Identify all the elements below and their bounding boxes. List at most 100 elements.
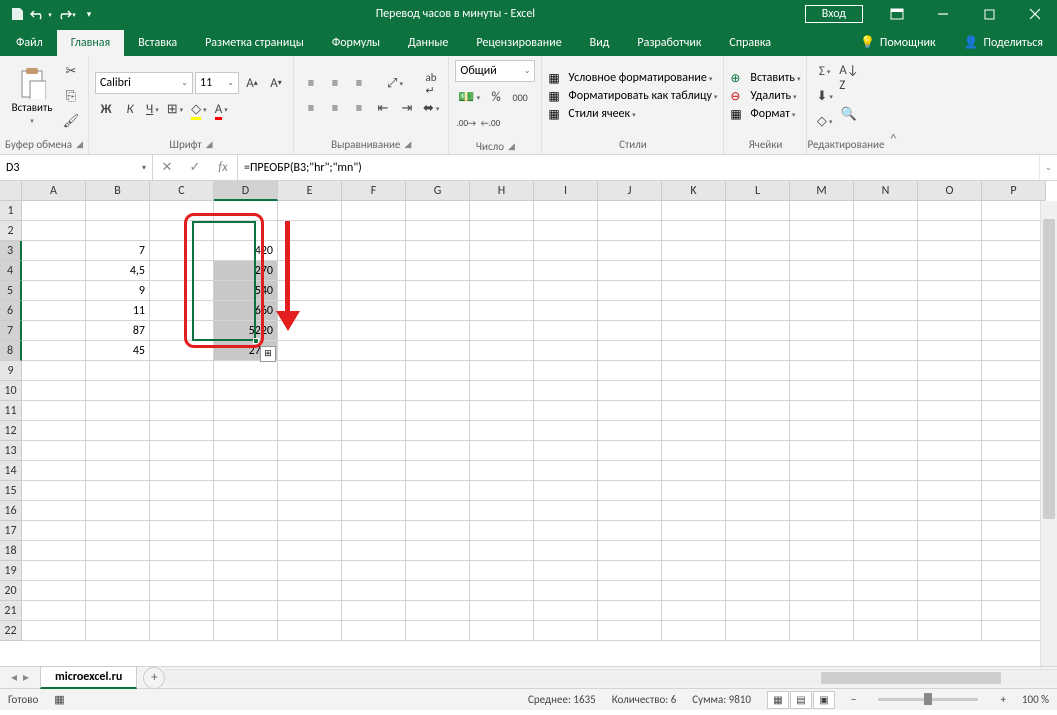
- row-header-19[interactable]: 19: [0, 561, 22, 581]
- cell-K15[interactable]: [662, 481, 726, 501]
- cell-B17[interactable]: [86, 521, 150, 541]
- cell-E9[interactable]: [278, 361, 342, 381]
- tab-data[interactable]: Данные: [394, 30, 462, 56]
- cell-L1[interactable]: [726, 201, 790, 221]
- cell-A1[interactable]: [22, 201, 86, 221]
- cell-D2[interactable]: [214, 221, 278, 241]
- cell-I12[interactable]: [534, 421, 598, 441]
- cell-K18[interactable]: [662, 541, 726, 561]
- cell-H2[interactable]: [470, 221, 534, 241]
- row-header-12[interactable]: 12: [0, 421, 22, 441]
- collapse-ribbon-icon[interactable]: ˄: [884, 56, 902, 154]
- cell-O1[interactable]: [918, 201, 982, 221]
- cell-L11[interactable]: [726, 401, 790, 421]
- cell-I16[interactable]: [534, 501, 598, 521]
- cell-F21[interactable]: [342, 601, 406, 621]
- cell-H9[interactable]: [470, 361, 534, 381]
- formula-input[interactable]: =ПРЕОБР(B3;"hr";"mn"): [238, 155, 1039, 180]
- cell-J8[interactable]: [598, 341, 662, 361]
- cell-K22[interactable]: [662, 621, 726, 641]
- cell-A18[interactable]: [22, 541, 86, 561]
- borders-icon[interactable]: ⊞▾: [164, 98, 186, 120]
- cell-G1[interactable]: [406, 201, 470, 221]
- delete-cells-button[interactable]: ⊖Удалить▾: [730, 89, 800, 104]
- cell-K21[interactable]: [662, 601, 726, 621]
- cell-L13[interactable]: [726, 441, 790, 461]
- clear-icon[interactable]: ◇▾: [813, 110, 835, 132]
- cell-A9[interactable]: [22, 361, 86, 381]
- fill-icon[interactable]: ⬇▾: [813, 85, 835, 107]
- cell-K1[interactable]: [662, 201, 726, 221]
- cell-M19[interactable]: [790, 561, 854, 581]
- view-page-layout-icon[interactable]: ▤: [790, 691, 812, 709]
- cell-P16[interactable]: [982, 501, 1046, 521]
- cell-M8[interactable]: [790, 341, 854, 361]
- cell-H8[interactable]: [470, 341, 534, 361]
- cell-P4[interactable]: [982, 261, 1046, 281]
- cell-C13[interactable]: [150, 441, 214, 461]
- cell-K13[interactable]: [662, 441, 726, 461]
- cell-O13[interactable]: [918, 441, 982, 461]
- cell-A16[interactable]: [22, 501, 86, 521]
- cell-P18[interactable]: [982, 541, 1046, 561]
- zoom-in-button[interactable]: +: [1000, 693, 1005, 706]
- cell-D11[interactable]: [214, 401, 278, 421]
- autofill-options-icon[interactable]: ⊞: [260, 346, 276, 362]
- name-box[interactable]: D3▾: [0, 155, 153, 180]
- cell-K20[interactable]: [662, 581, 726, 601]
- cell-N15[interactable]: [854, 481, 918, 501]
- cell-J19[interactable]: [598, 561, 662, 581]
- cell-L10[interactable]: [726, 381, 790, 401]
- cell-F20[interactable]: [342, 581, 406, 601]
- cell-H3[interactable]: [470, 241, 534, 261]
- cell-M5[interactable]: [790, 281, 854, 301]
- cell-I1[interactable]: [534, 201, 598, 221]
- cell-E6[interactable]: [278, 301, 342, 321]
- cell-F6[interactable]: [342, 301, 406, 321]
- cell-O15[interactable]: [918, 481, 982, 501]
- cell-I19[interactable]: [534, 561, 598, 581]
- cell-N8[interactable]: [854, 341, 918, 361]
- column-header-I[interactable]: I: [534, 181, 598, 201]
- cell-H1[interactable]: [470, 201, 534, 221]
- cell-G20[interactable]: [406, 581, 470, 601]
- cell-P11[interactable]: [982, 401, 1046, 421]
- cell-L18[interactable]: [726, 541, 790, 561]
- cell-E7[interactable]: [278, 321, 342, 341]
- minimize-icon[interactable]: [921, 0, 965, 28]
- select-all-corner[interactable]: [0, 181, 22, 201]
- cell-H14[interactable]: [470, 461, 534, 481]
- save-icon[interactable]: [6, 3, 28, 25]
- view-normal-icon[interactable]: ▦: [767, 691, 789, 709]
- cell-G6[interactable]: [406, 301, 470, 321]
- cell-P3[interactable]: [982, 241, 1046, 261]
- cell-P1[interactable]: [982, 201, 1046, 221]
- cell-H7[interactable]: [470, 321, 534, 341]
- cell-J4[interactable]: [598, 261, 662, 281]
- cell-K5[interactable]: [662, 281, 726, 301]
- cell-I8[interactable]: [534, 341, 598, 361]
- cell-A14[interactable]: [22, 461, 86, 481]
- increase-font-icon[interactable]: A▴: [241, 72, 263, 94]
- cell-P13[interactable]: [982, 441, 1046, 461]
- cell-H19[interactable]: [470, 561, 534, 581]
- cell-N12[interactable]: [854, 421, 918, 441]
- cell-C3[interactable]: [150, 241, 214, 261]
- cell-C18[interactable]: [150, 541, 214, 561]
- cell-C21[interactable]: [150, 601, 214, 621]
- column-header-O[interactable]: O: [918, 181, 982, 201]
- cell-I5[interactable]: [534, 281, 598, 301]
- cell-I11[interactable]: [534, 401, 598, 421]
- view-page-break-icon[interactable]: ▣: [813, 691, 835, 709]
- column-header-A[interactable]: A: [22, 181, 86, 201]
- row-header-21[interactable]: 21: [0, 601, 22, 621]
- cell-H21[interactable]: [470, 601, 534, 621]
- row-header-6[interactable]: 6: [0, 301, 22, 321]
- column-header-M[interactable]: M: [790, 181, 854, 201]
- cell-C16[interactable]: [150, 501, 214, 521]
- cell-M10[interactable]: [790, 381, 854, 401]
- close-icon[interactable]: [1013, 0, 1057, 28]
- cell-L21[interactable]: [726, 601, 790, 621]
- cell-C19[interactable]: [150, 561, 214, 581]
- row-header-5[interactable]: 5: [0, 281, 22, 301]
